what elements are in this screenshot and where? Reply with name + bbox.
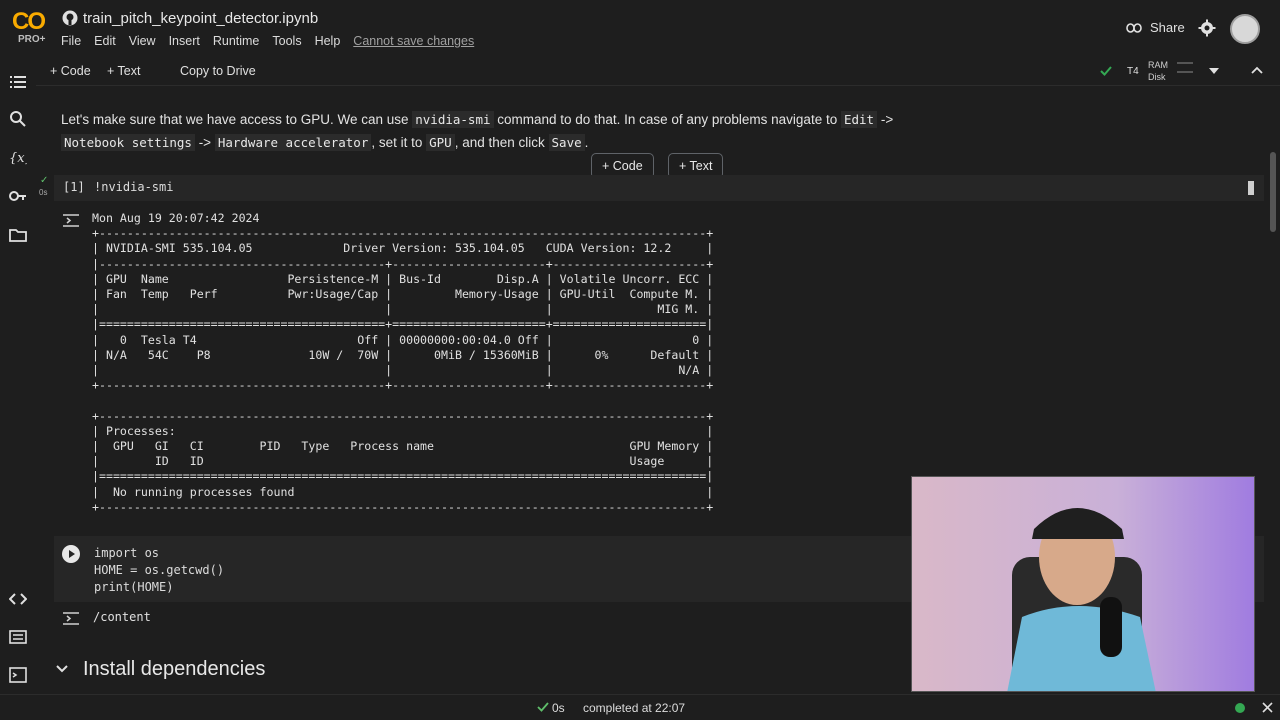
copy-to-drive-button[interactable]: Copy to Drive (180, 64, 256, 78)
status-duration: 0s (552, 701, 565, 715)
output-line: | N/A 54C P8 10W / 70W | 0MiB / 15360MiB… (92, 347, 714, 362)
left-sidebar: {x} (0, 58, 36, 720)
cell-code[interactable]: !nvidia-smi (94, 180, 173, 194)
markdown-intro-text: Let's make sure that we have access to G… (61, 111, 894, 151)
output-line: |=======================================… (92, 469, 714, 484)
menu-bar: File Edit View Insert Runtime Tools Help… (61, 34, 474, 48)
notebook-title[interactable]: train_pitch_keypoint_detector.ipynb (83, 10, 318, 27)
output-line: +---------------------------------------… (92, 408, 714, 423)
code-line: HOME = os.getcwd() (94, 563, 225, 577)
output-line: | No running processes found | (92, 484, 714, 499)
table-of-contents-icon[interactable] (9, 73, 27, 91)
output-line: | | | MIG M. | (92, 302, 714, 317)
gear-icon[interactable] (1198, 19, 1216, 37)
command-palette-icon[interactable] (9, 628, 27, 646)
output-line: | | | N/A | (92, 363, 714, 378)
status-completed-text[interactable]: completed at 22:07 (583, 701, 685, 715)
account-avatar[interactable] (1230, 14, 1260, 44)
section-heading[interactable]: Install dependencies (83, 658, 265, 681)
connected-check-icon (1100, 66, 1112, 76)
code-line: print(HOME) (94, 580, 174, 594)
resource-bars (1177, 62, 1193, 80)
link-icon (1126, 22, 1142, 33)
search-icon[interactable] (9, 110, 27, 128)
output-line: |=======================================… (92, 317, 714, 332)
code-nvidia-smi: nvidia-smi (412, 111, 494, 128)
logo-mark: CO (12, 8, 46, 35)
disk-label: Disk (1148, 72, 1166, 82)
presenter-video (1007, 508, 1156, 691)
add-text-button[interactable]: + Text (107, 64, 140, 78)
menu-edit[interactable]: Edit (94, 34, 116, 48)
output-line: +---------------------------------------… (92, 499, 714, 514)
runtime-type-label[interactable]: T4 (1127, 66, 1139, 77)
secrets-key-icon[interactable] (9, 187, 27, 205)
variables-icon[interactable]: {x} (9, 148, 27, 166)
menu-view[interactable]: View (129, 34, 156, 48)
resource-monitor[interactable]: RAM Disk (1148, 59, 1168, 83)
output-line: | ID ID Usage | (92, 454, 714, 469)
output-actions-icon[interactable] (62, 611, 80, 625)
notebook-toolbar: + Code + Text Copy to Drive (0, 58, 1280, 86)
cannot-save-link[interactable]: Cannot save changes (353, 34, 474, 48)
colab-logo[interactable]: CO PRO+ (12, 8, 50, 48)
code-snippets-icon[interactable] (9, 590, 27, 608)
cell-run-time: 0s (39, 188, 48, 197)
execution-count: [1] (63, 180, 85, 194)
nvidia-smi-output: Mon Aug 19 20:07:42 2024 +---------------… (92, 211, 713, 515)
runtime-dropdown-icon[interactable] (1209, 68, 1219, 74)
cell-output: /content (93, 610, 151, 624)
code-line: import os (94, 546, 160, 560)
output-line: | GPU Name Persistence-M | Bus-Id Disp.A… (92, 271, 714, 286)
menu-help[interactable]: Help (315, 34, 341, 48)
add-code-button[interactable]: + Code (50, 64, 91, 78)
output-line: +---------------------------------------… (92, 378, 714, 393)
output-line: | Fan Temp Perf Pwr:Usage/Cap | Memory-U… (92, 287, 714, 302)
status-bar: 0s completed at 22:07 (0, 694, 1280, 720)
output-actions-icon[interactable] (62, 213, 80, 227)
vertical-scrollbar[interactable] (1270, 152, 1276, 232)
connection-status-dot (1235, 703, 1245, 713)
close-icon[interactable] (1262, 702, 1273, 713)
output-line: | NVIDIA-SMI 535.104.05 Driver Version: … (92, 241, 714, 256)
output-line: | 0 Tesla T4 Off | 00000000:00:04.0 Off … (92, 332, 714, 347)
output-line: | Processes: | (92, 423, 714, 438)
github-icon (62, 10, 78, 26)
cell-code[interactable]: import os HOME = os.getcwd() print(HOME) (94, 545, 224, 596)
share-button[interactable]: Share (1126, 20, 1185, 35)
terminal-icon[interactable] (9, 666, 27, 684)
output-line: |---------------------------------------… (92, 256, 714, 271)
menu-file[interactable]: File (61, 34, 81, 48)
menu-tools[interactable]: Tools (272, 34, 301, 48)
ram-label: RAM (1148, 60, 1168, 70)
run-cell-button[interactable] (62, 545, 80, 563)
menu-insert[interactable]: Insert (169, 34, 200, 48)
menu-runtime[interactable]: Runtime (213, 34, 260, 48)
output-line: | GPU GI CI PID Type Process name GPU Me… (92, 439, 714, 454)
status-check-icon (537, 702, 549, 712)
files-folder-icon[interactable] (9, 226, 27, 244)
webcam-overlay (911, 476, 1255, 692)
share-label: Share (1150, 20, 1185, 35)
output-line: Mon Aug 19 20:07:42 2024 (92, 211, 260, 225)
code-cell-nvidia-smi[interactable]: [1] !nvidia-smi (54, 175, 1264, 201)
chevron-up-icon[interactable] (1251, 66, 1263, 74)
output-line: +---------------------------------------… (92, 226, 714, 241)
app-header: CO PRO+ train_pitch_keypoint_detector.ip… (0, 0, 1280, 58)
svg-text:{x}: {x} (9, 151, 27, 166)
plan-badge: PRO+ (18, 34, 46, 45)
notebook-title-bar: train_pitch_keypoint_detector.ipynb (62, 8, 318, 28)
chevron-down-icon[interactable] (56, 665, 68, 673)
cell-scroll-marker[interactable] (1248, 181, 1254, 195)
cell-success-check-icon: ✓ (40, 175, 49, 186)
